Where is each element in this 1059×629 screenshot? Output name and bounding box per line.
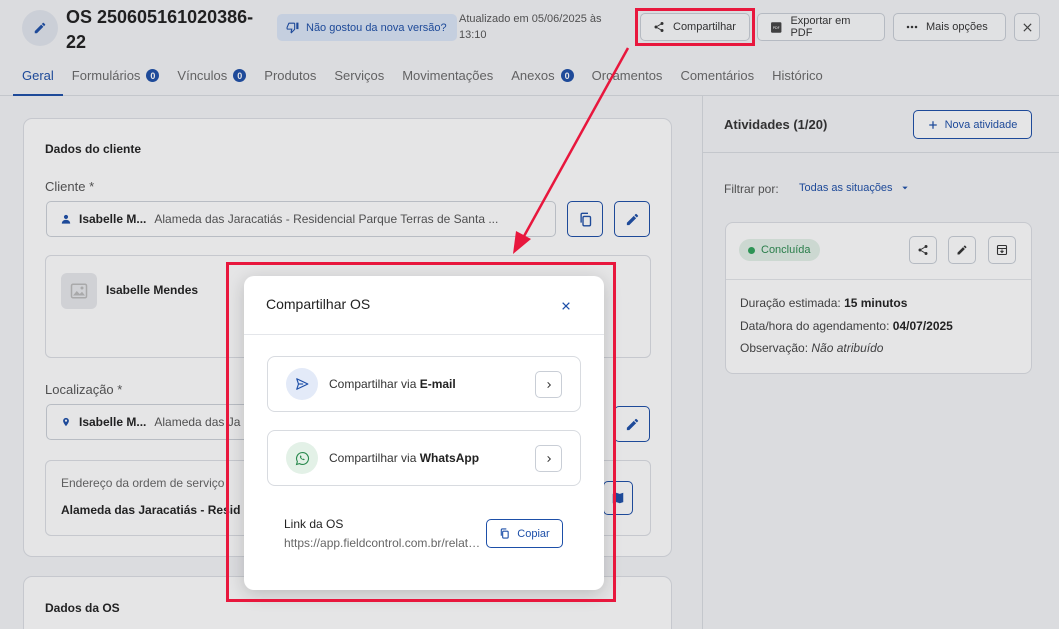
share-button-highlight — [635, 8, 755, 46]
modal-highlight — [226, 262, 616, 602]
